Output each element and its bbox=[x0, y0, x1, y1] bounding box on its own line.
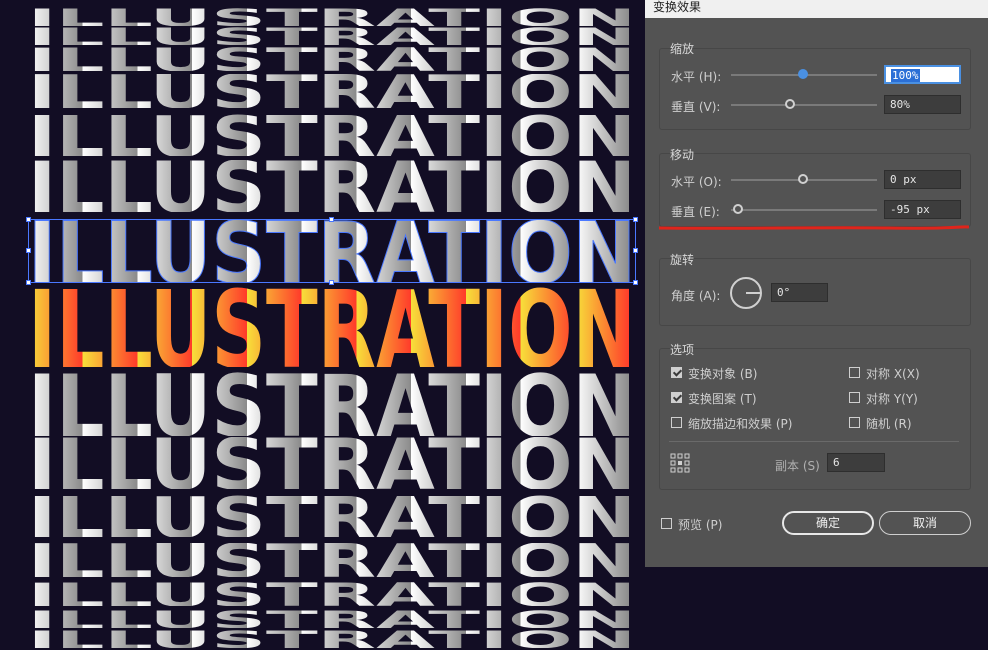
text-row: ILLUSTRATION bbox=[28, 47, 636, 71]
reflect-x-checkbox[interactable] bbox=[849, 367, 860, 378]
selection-bounding-box[interactable] bbox=[28, 219, 636, 283]
move-horizontal-label: 水平 (O): bbox=[671, 175, 722, 189]
move-vertical-field[interactable]: -95 px bbox=[884, 200, 961, 219]
selection-handle[interactable] bbox=[26, 248, 31, 253]
rotate-group-title: 旋转 bbox=[670, 253, 695, 267]
scale-group-title: 缩放 bbox=[670, 42, 695, 56]
scale-horizontal-knob[interactable] bbox=[798, 69, 808, 79]
preview-label[interactable]: 预览 (P) bbox=[678, 516, 722, 533]
selection-handle[interactable] bbox=[26, 280, 31, 285]
text-row: ILLUSTRATION bbox=[28, 582, 636, 606]
move-vertical-knob[interactable] bbox=[733, 204, 743, 214]
illustration-text: ILLUSTRATION bbox=[28, 74, 636, 108]
scale-strokes-checkbox[interactable] bbox=[671, 417, 682, 428]
text-row-colored: ILLUSTRATION bbox=[28, 287, 636, 367]
options-group-title: 选项 bbox=[670, 343, 695, 357]
selection-handle[interactable] bbox=[633, 217, 638, 222]
reflect-x-label[interactable]: 对称 X(X) bbox=[866, 365, 920, 382]
random-checkbox[interactable] bbox=[849, 417, 860, 428]
random-label[interactable]: 随机 (R) bbox=[866, 415, 912, 432]
transform-objects-label[interactable]: 变换对象 (B) bbox=[688, 365, 757, 382]
transform-effect-dialog: 变换效果 缩放 水平 (H): 100% 垂直 (V): 80% 移动 水平 (… bbox=[645, 0, 988, 567]
artboard-canvas[interactable]: ILLUSTRATION ILLUSTRATION ILLUSTRATION ILLU… bbox=[0, 0, 645, 650]
selection-handle[interactable] bbox=[329, 217, 334, 222]
text-row: ILLUSTRATION bbox=[28, 8, 636, 26]
illustration-text: ILLUSTRATION bbox=[28, 287, 636, 367]
reflect-y-checkbox[interactable] bbox=[849, 392, 860, 403]
transform-objects-checkbox[interactable] bbox=[671, 367, 682, 378]
text-row: ILLUSTRATION bbox=[28, 27, 636, 45]
move-group-title: 移动 bbox=[670, 148, 695, 162]
transform-patterns-label[interactable]: 变换图案 (T) bbox=[688, 390, 757, 407]
illustration-text: ILLUSTRATION bbox=[28, 495, 636, 537]
reflect-y-label[interactable]: 对称 Y(Y) bbox=[866, 390, 918, 407]
transform-patterns-checkbox[interactable] bbox=[671, 392, 682, 403]
scale-horizontal-label: 水平 (H): bbox=[671, 70, 722, 84]
move-horizontal-field[interactable]: 0 px bbox=[884, 170, 961, 189]
scale-group bbox=[659, 48, 971, 130]
scale-vertical-knob[interactable] bbox=[785, 99, 795, 109]
rotate-angle-field[interactable]: 0° bbox=[771, 283, 828, 302]
rotate-angle-label: 角度 (A): bbox=[671, 289, 721, 303]
illustration-text: ILLUSTRATION bbox=[28, 630, 636, 648]
text-row: ILLUSTRATION bbox=[28, 160, 636, 212]
dialog-titlebar[interactable]: 变换效果 bbox=[645, 0, 988, 18]
move-vertical-slider[interactable] bbox=[731, 209, 877, 211]
selection-handle[interactable] bbox=[26, 217, 31, 222]
text-row: ILLUSTRATION bbox=[28, 74, 636, 108]
angle-dial[interactable] bbox=[729, 276, 763, 310]
dialog-title: 变换效果 bbox=[653, 0, 702, 14]
red-underline-annotation bbox=[659, 225, 969, 230]
illustration-text: ILLUSTRATION bbox=[28, 114, 636, 156]
illustration-text: ILLUSTRATION bbox=[28, 160, 636, 212]
preview-checkbox[interactable] bbox=[661, 518, 672, 529]
move-vertical-label: 垂直 (E): bbox=[671, 205, 720, 219]
text-row: ILLUSTRATION bbox=[28, 543, 636, 577]
illustration-text: ILLUSTRATION bbox=[28, 47, 636, 71]
text-row: ILLUSTRATION bbox=[28, 610, 636, 628]
scale-horizontal-field[interactable]: 100% bbox=[884, 65, 961, 84]
selection-handle[interactable] bbox=[633, 248, 638, 253]
text-row: ILLUSTRATION bbox=[28, 372, 636, 436]
illustration-text: ILLUSTRATION bbox=[28, 543, 636, 577]
illustration-text: ILLUSTRATION bbox=[28, 437, 636, 489]
illustration-text: ILLUSTRATION bbox=[28, 610, 636, 628]
selection-handle[interactable] bbox=[329, 280, 334, 285]
scale-vertical-label: 垂直 (V): bbox=[671, 100, 721, 114]
reference-point-icon[interactable] bbox=[670, 453, 690, 473]
copies-field[interactable]: 6 bbox=[827, 453, 885, 472]
scale-vertical-slider[interactable] bbox=[731, 104, 877, 106]
ok-button[interactable]: 确定 bbox=[782, 511, 874, 535]
text-row: ILLUSTRATION bbox=[28, 495, 636, 537]
scale-strokes-label[interactable]: 缩放描边和效果 (P) bbox=[688, 415, 792, 432]
selection-handle[interactable] bbox=[633, 280, 638, 285]
cancel-button[interactable]: 取消 bbox=[879, 511, 971, 535]
illustration-text: ILLUSTRATION bbox=[28, 8, 636, 26]
text-row: ILLUSTRATION bbox=[28, 437, 636, 489]
illustration-text: ILLUSTRATION bbox=[28, 27, 636, 45]
illustration-text: ILLUSTRATION bbox=[28, 582, 636, 606]
text-row: ILLUSTRATION bbox=[28, 114, 636, 156]
scale-vertical-field[interactable]: 80% bbox=[884, 95, 961, 114]
move-horizontal-knob[interactable] bbox=[798, 174, 808, 184]
text-row: ILLUSTRATION bbox=[28, 630, 636, 648]
copies-label: 副本 (S) bbox=[775, 459, 820, 473]
options-divider bbox=[669, 441, 959, 442]
illustration-text: ILLUSTRATION bbox=[28, 372, 636, 436]
